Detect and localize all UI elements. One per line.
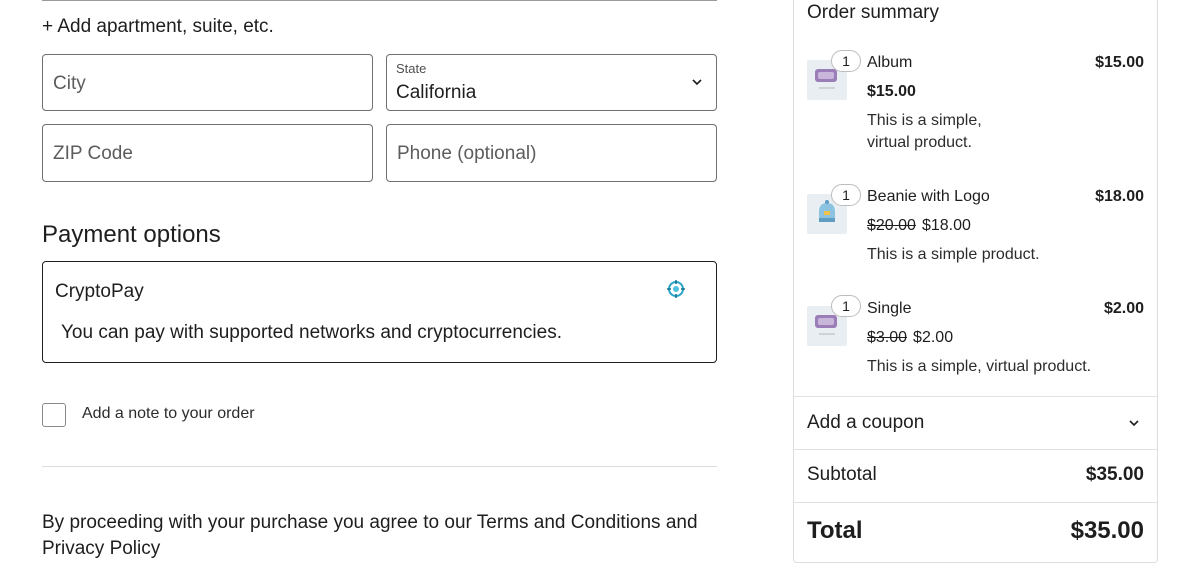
album-price: $15.00 [867, 83, 916, 100]
beanie-line-total: $18.00 [1095, 188, 1144, 205]
cryptopay-logo-icon [667, 280, 685, 298]
single-description: This is a simple, virtual product. [867, 358, 1092, 375]
summary-divider [794, 396, 1157, 397]
payment-method-description: You can pay with supported networks and … [61, 322, 562, 343]
state-select[interactable]: State California [386, 54, 717, 111]
city-field[interactable]: City [42, 54, 373, 111]
state-value: California [396, 82, 477, 103]
chevron-down-icon [692, 79, 702, 86]
terms-notice: By proceeding with your purchase you agr… [42, 512, 698, 559]
beanie-price-row: $20.00 $18.00 [867, 217, 971, 235]
add-apartment-link[interactable]: + Add apartment, suite, etc. [42, 16, 274, 38]
phone-placeholder: Phone (optional) [397, 143, 537, 164]
album-quantity-badge: 1 [831, 50, 861, 72]
zip-placeholder: ZIP Code [53, 143, 133, 164]
single-quantity-badge: 1 [831, 295, 861, 317]
chevron-down-icon[interactable] [1127, 416, 1141, 430]
payment-method-name: CryptoPay [55, 281, 144, 302]
single-sale-price: $2.00 [913, 329, 954, 346]
city-placeholder: City [53, 73, 86, 94]
total-value: $35.00 [1070, 517, 1144, 544]
single-old-price: $3.00 [867, 329, 908, 346]
album-name: Album [867, 54, 913, 71]
beanie-name: Beanie with Logo [867, 188, 990, 205]
beanie-description: This is a simple product. [867, 246, 1040, 263]
subtotal-label: Subtotal [807, 464, 877, 485]
album-description-1: This is a simple, [867, 112, 982, 129]
state-label: State [396, 61, 427, 76]
beanie-sale-price: $18.00 [921, 217, 971, 234]
summary-divider [794, 449, 1157, 450]
order-summary-title: Order summary [807, 2, 939, 23]
payment-method-cryptopay[interactable]: CryptoPay You can pay with supported net… [42, 261, 717, 363]
beanie-old-price: $20.00 [867, 217, 916, 234]
section-divider [42, 466, 717, 467]
payment-options-title: Payment options [42, 221, 221, 248]
album-line-total: $15.00 [1095, 54, 1144, 71]
single-line-total: $2.00 [1103, 300, 1144, 317]
order-note-checkbox[interactable] [42, 403, 66, 427]
subtotal-value: $35.00 [1085, 464, 1144, 485]
album-description-2: virtual product. [867, 134, 972, 151]
phone-field[interactable]: Phone (optional) [386, 124, 717, 182]
summary-divider [794, 502, 1157, 503]
total-label: Total [807, 517, 863, 544]
single-price-row: $3.00 $2.00 [867, 329, 953, 347]
single-name: Single [867, 300, 912, 317]
beanie-quantity-badge: 1 [831, 184, 861, 206]
add-coupon-toggle[interactable]: Add a coupon [807, 412, 924, 434]
top-divider [42, 0, 717, 1]
zip-field[interactable]: ZIP Code [42, 124, 373, 182]
order-note-label[interactable]: Add a note to your order [82, 405, 255, 423]
